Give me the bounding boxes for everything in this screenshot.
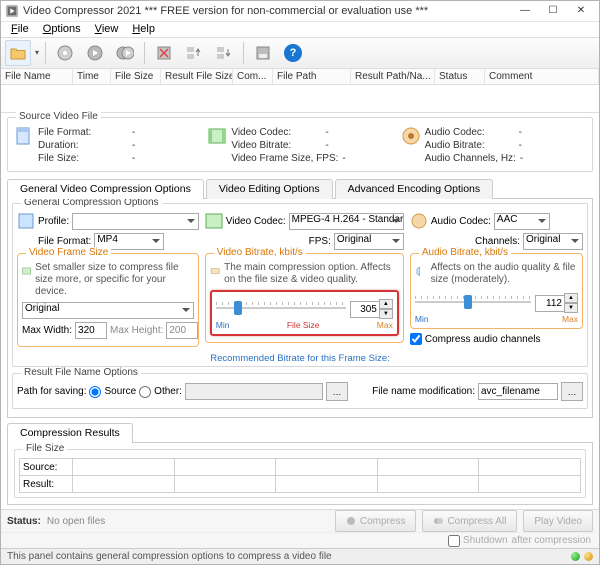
file-grid[interactable] [1,85,599,114]
result-filename-panel: Result File Name Options Path for saving… [12,373,588,409]
open-button[interactable] [5,40,31,66]
statusbar: This panel contains general compression … [1,548,599,564]
col-comment[interactable]: Comment [485,69,599,84]
menu-options[interactable]: Options [37,22,87,36]
path-source-radio[interactable] [89,386,101,398]
window-title: Video Compressor 2021 *** FREE version f… [23,5,511,17]
results-filesize-panel: File Size Source: Result: [14,449,586,498]
audio-bitrate-input[interactable] [535,295,565,312]
clear-button[interactable] [151,40,177,66]
video-bitrate-spinner[interactable]: ▲▼ [379,299,393,319]
frame-size-select[interactable]: Original [22,302,194,319]
recommended-bitrate: Recommended Bitrate for this Frame Size: [17,351,583,366]
audio-bitrate-panel: Audio Bitrate, kbit/s Affects on the aud… [410,253,583,329]
menubar: File Options View Help [1,22,599,37]
frame-size-icon [22,262,31,280]
menu-view[interactable]: View [89,22,125,36]
tab-advanced[interactable]: Advanced Encoding Options [335,179,494,199]
col-resultpath[interactable]: Result Path/Na... [351,69,435,84]
video-frame-size-panel: Video Frame Size Set smaller size to com… [17,253,199,347]
led-green-icon [571,552,580,561]
video-codec-select[interactable]: MPEG-4 H.264 - Standar [289,213,404,230]
gear-icon [346,516,356,526]
col-resultsize[interactable]: Result File Size [161,69,233,84]
toolbar: ▾ ? [1,37,599,69]
profile-icon [17,212,35,230]
minimize-button[interactable]: — [511,2,539,20]
filename-mod-input[interactable] [478,383,558,400]
tab-results[interactable]: Compression Results [7,423,133,443]
menu-file[interactable]: File [5,22,35,36]
fps-select[interactable]: Original [334,233,404,250]
tab-editing[interactable]: Video Editing Options [206,179,333,199]
app-icon [5,4,19,18]
menu-help[interactable]: Help [126,22,161,36]
general-options-panel: General Compression Options Profile: Fil… [12,203,588,367]
disc-button[interactable] [52,40,78,66]
max-height-input[interactable] [166,322,198,339]
abitrate-icon [415,262,427,280]
compress-button[interactable] [82,40,108,66]
item-down-button[interactable] [211,40,237,66]
source-legend: Source Video File [16,111,101,122]
audio-bitrate-spinner[interactable]: ▲▼ [564,293,578,313]
status-text: No open files [47,516,105,527]
titlebar: Video Compressor 2021 *** FREE version f… [1,1,599,22]
maximize-button[interactable]: ☐ [539,2,567,20]
source-video-panel: Source Video File File Format:- Duration… [7,117,593,172]
audio-icon [401,126,421,146]
save-list-button[interactable] [250,40,276,66]
audio-bitrate-slider[interactable] [415,292,531,314]
video-bitrate-highlight: ▲▼ MinFile SizeMax [210,290,399,336]
help-button[interactable]: ? [280,40,306,66]
bitrate-icon [210,262,220,280]
col-status[interactable]: Status [435,69,485,84]
led-amber-icon [584,552,593,561]
audio-codec-select[interactable]: AAC [494,213,550,230]
statusbar-text: This panel contains general compression … [7,551,332,562]
col-filepath[interactable]: File Path [273,69,351,84]
profile-select[interactable] [72,213,199,230]
results-table: Source: Result: [19,458,581,493]
acodec-icon [410,212,428,230]
compress-audio-checkbox[interactable] [410,333,422,345]
video-bitrate-panel: Video Bitrate, kbit/s The main compressi… [205,253,404,343]
video-bitrate-input[interactable] [350,301,380,318]
gears-icon [433,516,443,526]
video-bitrate-slider[interactable] [216,298,346,320]
col-compression[interactable]: Com... [233,69,273,84]
video-icon [207,126,227,146]
path-browse-button[interactable]: … [326,382,348,401]
file-icon [14,126,34,146]
col-time[interactable]: Time [73,69,111,84]
play-video-button[interactable]: Play Video [523,510,593,532]
vcodec-icon [205,212,223,230]
tab-general[interactable]: General Video Compression Options [7,179,204,199]
compress-all-action-button[interactable]: Compress All [422,510,517,532]
col-filesize[interactable]: File Size [111,69,161,84]
compress-action-button[interactable]: Compress [335,510,417,532]
compress-all-button[interactable] [112,40,138,66]
max-width-input[interactable] [75,322,107,339]
action-bar: Status: No open files Compress Compress … [1,509,599,532]
close-button[interactable]: ✕ [567,2,595,20]
column-headers: File Name Time File Size Result File Siz… [1,69,599,85]
help-icon: ? [284,44,302,62]
tab-body-general: General Compression Options Profile: Fil… [7,198,593,418]
shutdown-checkbox[interactable] [448,535,460,547]
path-other-radio[interactable] [139,386,151,398]
options-tabs: General Video Compression Options Video … [7,178,593,198]
path-other-input[interactable] [185,383,323,400]
item-up-button[interactable] [181,40,207,66]
col-filename[interactable]: File Name [1,69,73,84]
filename-mod-edit-button[interactable]: … [561,382,583,401]
channels-select[interactable]: Original [523,233,583,250]
